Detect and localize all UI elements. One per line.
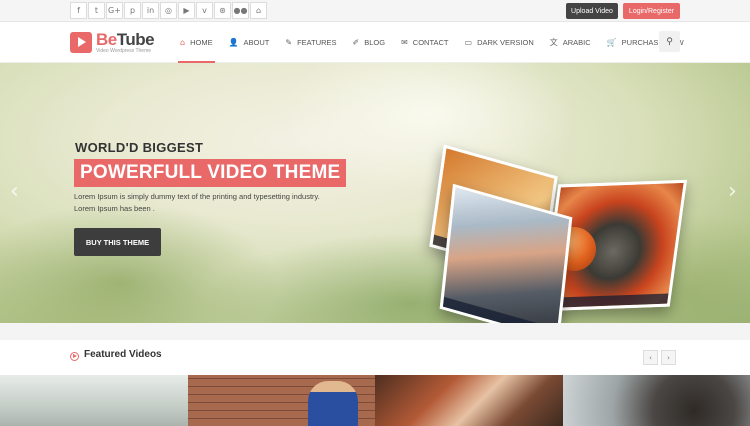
flickr-icon[interactable]: ●●: [232, 2, 249, 19]
monitor-icon: ▭: [464, 38, 473, 47]
buy-theme-button[interactable]: BUY THIS THEME: [74, 228, 161, 256]
logo-name: BeTube: [96, 30, 155, 49]
twitter-icon[interactable]: t: [88, 2, 105, 19]
vimeo-icon[interactable]: v: [196, 2, 213, 19]
video-thumbnail[interactable]: [375, 375, 563, 426]
site-logo[interactable]: BeTube Video Wordpress Theme: [70, 30, 155, 55]
instagram-icon[interactable]: ◎: [160, 2, 177, 19]
upload-video-button[interactable]: Upload Video: [566, 3, 618, 19]
facebook-icon[interactable]: f: [70, 2, 87, 19]
video-thumbnail[interactable]: [187, 375, 375, 426]
featured-videos-section: Featured Videos ‹ ›: [0, 340, 750, 426]
login-register-button[interactable]: Login/Register: [623, 3, 680, 19]
hero-headline: POWERFULL VIDEO THEME: [74, 159, 347, 187]
play-circle-icon: [70, 352, 79, 361]
slider-prev-arrow[interactable]: ‹: [10, 181, 19, 203]
video-thumbnail[interactable]: [0, 375, 188, 426]
youtube-icon[interactable]: ▶: [178, 2, 195, 19]
search-button[interactable]: ⚲: [659, 31, 680, 52]
hero-description: Lorem Ipsum is simply dummy text of the …: [74, 192, 320, 213]
github-icon[interactable]: ⌂: [250, 2, 267, 19]
envelope-icon: ✉: [401, 38, 408, 47]
pinterest-icon[interactable]: p: [124, 2, 141, 19]
dribbble-icon[interactable]: ⊛: [214, 2, 231, 19]
logo-tagline: Video Wordpress Theme: [96, 48, 152, 54]
top-bar: f t G+ p in ◎ ▶ v ⊛ ●● ⌂ Upload Video Lo…: [0, 0, 750, 22]
edit-icon: ✐: [352, 38, 360, 47]
social-links: f t G+ p in ◎ ▶ v ⊛ ●● ⌂: [70, 2, 268, 19]
hero-slider: ‹ › WORLD'D BIGGEST POWERFULL VIDEO THEM…: [0, 63, 750, 323]
cart-icon: 🛒: [606, 38, 617, 47]
nav-contact[interactable]: ✉ Contact: [393, 22, 456, 63]
linkedin-icon[interactable]: in: [142, 2, 159, 19]
nav-about[interactable]: 👤 About: [221, 22, 278, 63]
nav-arabic[interactable]: 文 Arabic: [542, 22, 599, 63]
video-thumbnail[interactable]: [562, 375, 750, 426]
featured-video-list: [0, 375, 750, 426]
play-logo-icon: [70, 32, 92, 53]
featured-videos-title: Featured Videos: [84, 349, 162, 360]
main-nav: ⌂ Home 👤 About ✎ Features ✐ Blog ✉ Contact ▭ D…: [172, 22, 692, 63]
translate-icon: 文: [549, 38, 558, 47]
hero-kicker: WORLD'D BIGGEST: [75, 140, 204, 155]
featured-prev-button[interactable]: ‹: [643, 350, 658, 365]
home-icon: ⌂: [180, 38, 186, 47]
wrench-icon: ✎: [285, 38, 293, 47]
slider-next-arrow[interactable]: ›: [728, 181, 737, 203]
user-icon: 👤: [228, 38, 239, 47]
search-icon: ⚲: [666, 36, 673, 47]
featured-next-button[interactable]: ›: [661, 350, 676, 365]
nav-features[interactable]: ✎ Features: [277, 22, 344, 63]
google-plus-icon[interactable]: G+: [106, 2, 123, 19]
nav-blog[interactable]: ✐ Blog: [345, 22, 394, 63]
hero-video-collage: [414, 144, 694, 323]
main-header: BeTube Video Wordpress Theme ⌂ Home 👤 Abou…: [0, 22, 750, 63]
nav-dark-version[interactable]: ▭ Dark Version: [457, 22, 542, 63]
nav-home[interactable]: ⌂ Home: [172, 22, 221, 63]
